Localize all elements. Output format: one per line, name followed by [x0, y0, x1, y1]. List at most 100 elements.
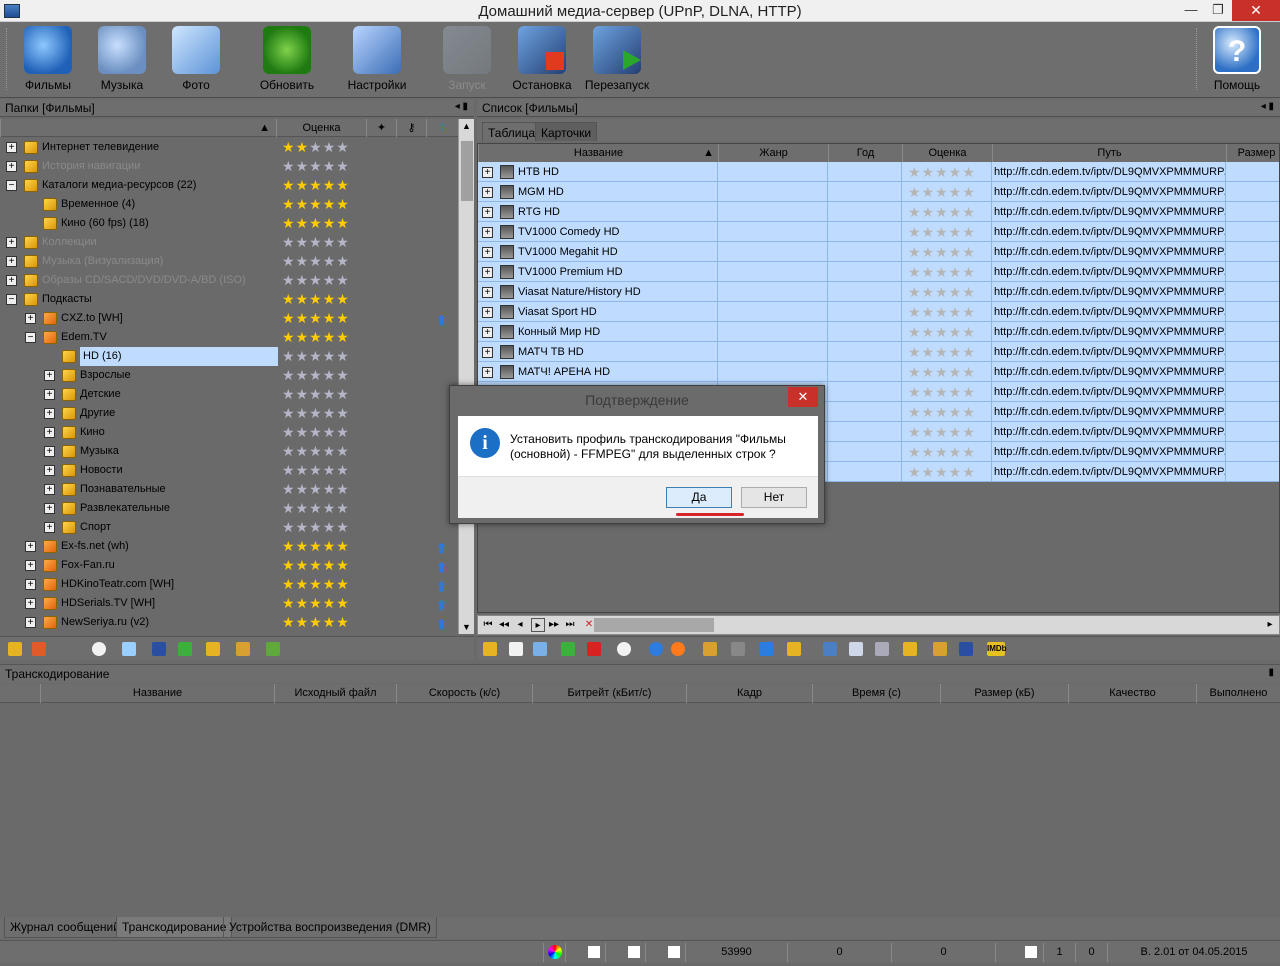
expand-icon[interactable]: + — [6, 275, 17, 286]
rating-stars[interactable]: ★★★★★ — [282, 556, 350, 575]
rating-stars[interactable]: ★★★★★ — [908, 424, 976, 440]
rating-column-header[interactable]: Оценка — [276, 119, 366, 137]
rating-stars[interactable]: ★★★★★ — [908, 164, 976, 180]
imdb-icon[interactable]: IMDb — [987, 642, 1007, 656]
rating-stars[interactable]: ★★★★★ — [908, 204, 976, 220]
tree-item[interactable]: + Познавательные ★★★★★ — [0, 480, 458, 499]
upload-column-icon[interactable]: ⇧ — [426, 119, 458, 137]
rating-stars[interactable]: ★★★★★ — [908, 264, 976, 280]
tab-transcoding[interactable]: Транскодирование — [116, 917, 233, 938]
rating-stars[interactable]: ★★★★★ — [908, 284, 976, 300]
expand-icon[interactable]: + — [25, 541, 36, 552]
refresh-button[interactable]: Обновить — [247, 26, 327, 96]
tcol-speed[interactable]: Скорость (к/с) — [396, 684, 532, 703]
tcol-quality[interactable]: Качество — [1068, 684, 1196, 703]
prev-page-icon[interactable]: ◂◂ — [497, 618, 511, 632]
rating-stars[interactable]: ★★★★★ — [282, 328, 350, 347]
table-row[interactable]: + MGM HD ★★★★★ http://fr.cdn.edem.tv/iptv/D… — [478, 182, 1279, 202]
rating-stars[interactable]: ★★★★★ — [282, 461, 350, 480]
tree-item[interactable]: + Образы CD/SACD/DVD/DVD-A/BD (ISO) ★★★★★ — [0, 271, 458, 290]
key-icon[interactable] — [206, 642, 220, 656]
upload-icon[interactable]: ⇧ — [436, 577, 450, 594]
tree-item[interactable]: + Спорт ★★★★★ — [0, 518, 458, 537]
rating-stars[interactable]: ★★★★★ — [282, 195, 350, 214]
rating-stars[interactable]: ★★★★★ — [282, 423, 350, 442]
music-button[interactable]: Музыка — [82, 26, 162, 96]
user-icon[interactable] — [995, 943, 1043, 962]
expand-icon[interactable]: + — [25, 617, 36, 628]
expand-icon[interactable]: + — [6, 161, 17, 172]
subtitles-icon[interactable] — [875, 642, 889, 656]
tcol-name[interactable]: Название — [40, 684, 274, 703]
tab-table[interactable]: Таблица — [482, 122, 542, 141]
collapse-icon[interactable]: − — [6, 180, 17, 191]
tcol-bitrate[interactable]: Битрейт (кБит/с) — [532, 684, 686, 703]
scroll-down-icon[interactable]: ▼ — [462, 622, 471, 632]
select-icon[interactable] — [533, 642, 547, 656]
rating-stars[interactable]: ★★★★★ — [282, 138, 350, 157]
tree-item[interactable]: HD (16) ★★★★★ — [0, 347, 458, 366]
grid-icon[interactable] — [122, 642, 136, 656]
upload-icon[interactable]: ⇧ — [436, 596, 450, 613]
upload-icon[interactable] — [759, 642, 773, 656]
tree-item[interactable]: + Музыка ★★★★★ — [0, 442, 458, 461]
tree-item[interactable]: + Развлекательные ★★★★★ — [0, 499, 458, 518]
films-button[interactable]: Фильмы — [8, 26, 88, 96]
cloud-icon[interactable] — [92, 642, 106, 656]
collapse-icon[interactable]: − — [25, 332, 36, 343]
rating-stars[interactable]: ★★★★★ — [908, 464, 976, 480]
save-icon[interactable] — [959, 642, 973, 656]
col-name[interactable]: Название ▲ — [478, 144, 718, 162]
col-genre[interactable]: Жанр — [718, 144, 828, 162]
tree-item[interactable]: + История навигации ★★★★★ — [0, 157, 458, 176]
tree-item[interactable]: − Edem.TV ★★★★★ — [0, 328, 458, 347]
burst-icon[interactable] — [671, 642, 685, 656]
expand-icon[interactable]: + — [6, 256, 17, 267]
rating-stars[interactable]: ★★★★★ — [282, 214, 350, 233]
color-wheel-icon[interactable] — [543, 943, 565, 962]
folder-icon[interactable] — [703, 642, 717, 656]
photo-button[interactable]: Фото — [156, 26, 236, 96]
expand-icon[interactable]: + — [44, 427, 55, 438]
people-icon[interactable] — [236, 642, 250, 656]
rating-stars[interactable]: ★★★★★ — [908, 404, 976, 420]
first-page-icon[interactable]: ⏮ — [481, 618, 495, 632]
tcol-source[interactable]: Исходный файл — [274, 684, 396, 703]
expand-icon[interactable]: + — [25, 313, 36, 324]
tools-icon[interactable] — [731, 642, 745, 656]
rating-stars[interactable]: ★★★★★ — [282, 366, 350, 385]
rating-stars[interactable]: ★★★★★ — [282, 404, 350, 423]
tree-item[interactable]: − Подкасты ★★★★★ — [0, 290, 458, 309]
rating-stars[interactable]: ★★★★★ — [908, 304, 976, 320]
rating-stars[interactable]: ★★★★★ — [282, 499, 350, 518]
scroll-thumb[interactable] — [461, 141, 473, 201]
expand-icon[interactable]: + — [6, 237, 17, 248]
sort-icon[interactable]: ▲ — [0, 119, 276, 137]
tab-cards[interactable]: Карточки — [535, 122, 598, 141]
rating-stars[interactable]: ★★★★★ — [908, 184, 976, 200]
rating-stars[interactable]: ★★★★★ — [908, 364, 976, 380]
table-row[interactable]: + МАТЧ! АРЕНА HD ★★★★★ http://fr.cdn.edem.t… — [478, 362, 1279, 382]
col-rating[interactable]: Оценка — [902, 144, 992, 162]
stop-button[interactable]: Остановка — [502, 26, 582, 96]
refresh-list-icon[interactable] — [561, 642, 575, 656]
rating-stars[interactable]: ★★★★★ — [908, 444, 976, 460]
expand-icon[interactable]: + — [44, 389, 55, 400]
tab-devices[interactable]: Устройства воспроизведения (DMR) — [223, 917, 437, 938]
add-icon[interactable] — [483, 642, 497, 656]
col-size[interactable]: Размер — [1226, 144, 1279, 162]
radio-icon[interactable] — [823, 642, 837, 656]
expand-icon[interactable]: + — [44, 408, 55, 419]
table-row[interactable]: + Viasat Sport HD ★★★★★ http://fr.cdn.edem.… — [478, 302, 1279, 322]
expand-icon[interactable]: + — [44, 446, 55, 457]
expand-icon[interactable]: + — [6, 142, 17, 153]
next-page-icon[interactable]: ▸▸ — [547, 618, 561, 632]
tcol-frame[interactable]: Кадр — [686, 684, 812, 703]
tree-item[interactable]: + NewSeriya.ru (v2) ★★★★★ ⇧ — [0, 613, 458, 632]
tree-item[interactable]: + Детские ★★★★★ — [0, 385, 458, 404]
info-icon[interactable] — [649, 642, 663, 656]
rating-stars[interactable]: ★★★★★ — [282, 575, 350, 594]
rating-stars[interactable]: ★★★★★ — [908, 384, 976, 400]
table-row[interactable]: + Viasat Nature/History HD ★★★★★ http://fr.… — [478, 282, 1279, 302]
tree-item[interactable]: + Новости ★★★★★ — [0, 461, 458, 480]
